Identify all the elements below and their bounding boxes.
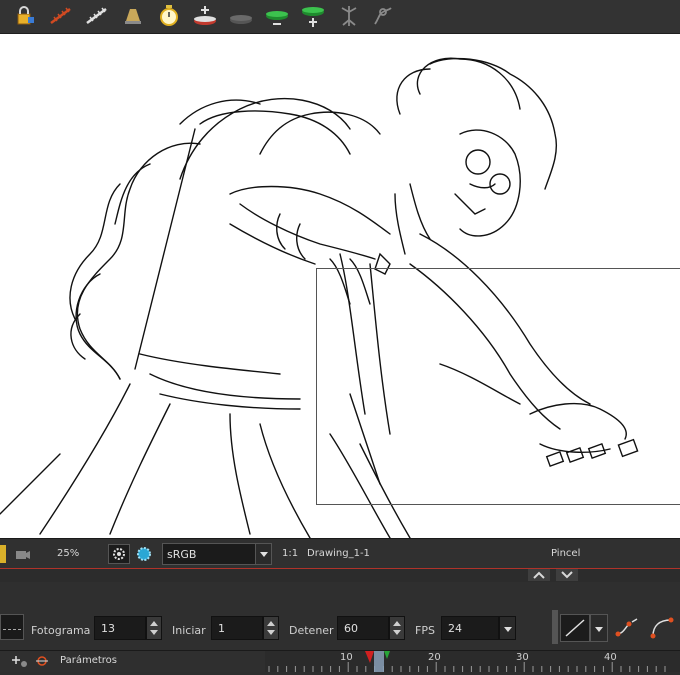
color-space-value: sRGB (167, 548, 196, 561)
stop-label: Detener (289, 624, 334, 637)
bezier-node-icon[interactable] (614, 616, 640, 643)
onion-skin-red-icon[interactable] (46, 2, 76, 30)
onion-skin-white-icon[interactable] (82, 2, 112, 30)
drawing-canvas[interactable] (0, 34, 680, 538)
curve-tool-icon[interactable] (650, 616, 676, 643)
toolbar (0, 0, 680, 34)
current-tool-name: Pincel (551, 548, 580, 559)
color-space-select[interactable]: sRGB (162, 543, 272, 565)
start-field[interactable]: 1 (211, 616, 263, 640)
sketch-drawing (0, 34, 680, 538)
camera-icon[interactable] (14, 545, 32, 566)
skeleton-icon[interactable] (334, 2, 364, 30)
playhead[interactable] (365, 651, 385, 672)
start-stepper[interactable] (263, 616, 279, 640)
fps-label: FPS (415, 624, 435, 637)
tick-label-10: 10 (340, 652, 353, 663)
gear-icon[interactable] (108, 544, 130, 564)
fps-field[interactable]: 24 (441, 616, 499, 640)
timeline-header: Parámetros (0, 651, 265, 672)
frame-stepper[interactable] (146, 616, 162, 640)
add-layer-icon[interactable] (12, 654, 28, 671)
fps-dropdown-icon[interactable] (499, 616, 516, 640)
add-green-icon[interactable] (298, 2, 328, 30)
stop-field[interactable]: 60 (337, 616, 389, 640)
color-settings-icon[interactable] (133, 544, 155, 564)
stopwatch-icon[interactable] (154, 2, 184, 30)
frame-label: Fotograma (31, 624, 90, 637)
camera-frame (317, 269, 680, 505)
timeline: Parámetros 10 20 30 40 (0, 650, 680, 671)
line-style-icon[interactable] (560, 614, 590, 642)
chevron-down-icon[interactable] (556, 569, 578, 581)
chevron-up-icon[interactable] (528, 569, 550, 581)
lock-icon[interactable] (10, 2, 40, 30)
layer-color-swatch (0, 545, 6, 563)
frame-field[interactable]: 13 (94, 616, 146, 640)
remove-layer-icon[interactable] (226, 2, 256, 30)
tick-label-20: 20 (428, 652, 441, 663)
tick-label-40: 40 (604, 652, 617, 663)
line-style-dropdown-icon[interactable] (590, 614, 608, 642)
drawing-name: Drawing_1-1 (307, 548, 370, 559)
deformer-icon[interactable] (368, 2, 398, 30)
playback-panel: Fotograma 13 Iniciar 1 Detener 60 FPS 24 (0, 582, 680, 650)
ruler-ticks (265, 651, 680, 672)
tick-label-30: 30 (516, 652, 529, 663)
add-layer-red-icon[interactable] (190, 2, 220, 30)
zoom-level[interactable]: 25% (57, 548, 79, 559)
timeline-ruler[interactable]: 10 20 30 40 (265, 651, 680, 672)
ratio-label: 1:1 (282, 548, 298, 559)
film-strip-icon[interactable] (0, 614, 24, 640)
light-table-icon[interactable] (118, 2, 148, 30)
chevron-down-icon[interactable] (255, 544, 271, 564)
add-peg-icon[interactable] (34, 654, 50, 671)
panel-separator (0, 568, 680, 582)
stop-stepper[interactable] (389, 616, 405, 640)
view-bar: 25% sRGB 1:1 Drawing_1-1 Pincel (0, 538, 680, 568)
panel-grip (552, 610, 558, 644)
params-label: Parámetros (60, 655, 117, 666)
start-label: Iniciar (172, 624, 206, 637)
subtract-green-icon[interactable] (262, 2, 292, 30)
